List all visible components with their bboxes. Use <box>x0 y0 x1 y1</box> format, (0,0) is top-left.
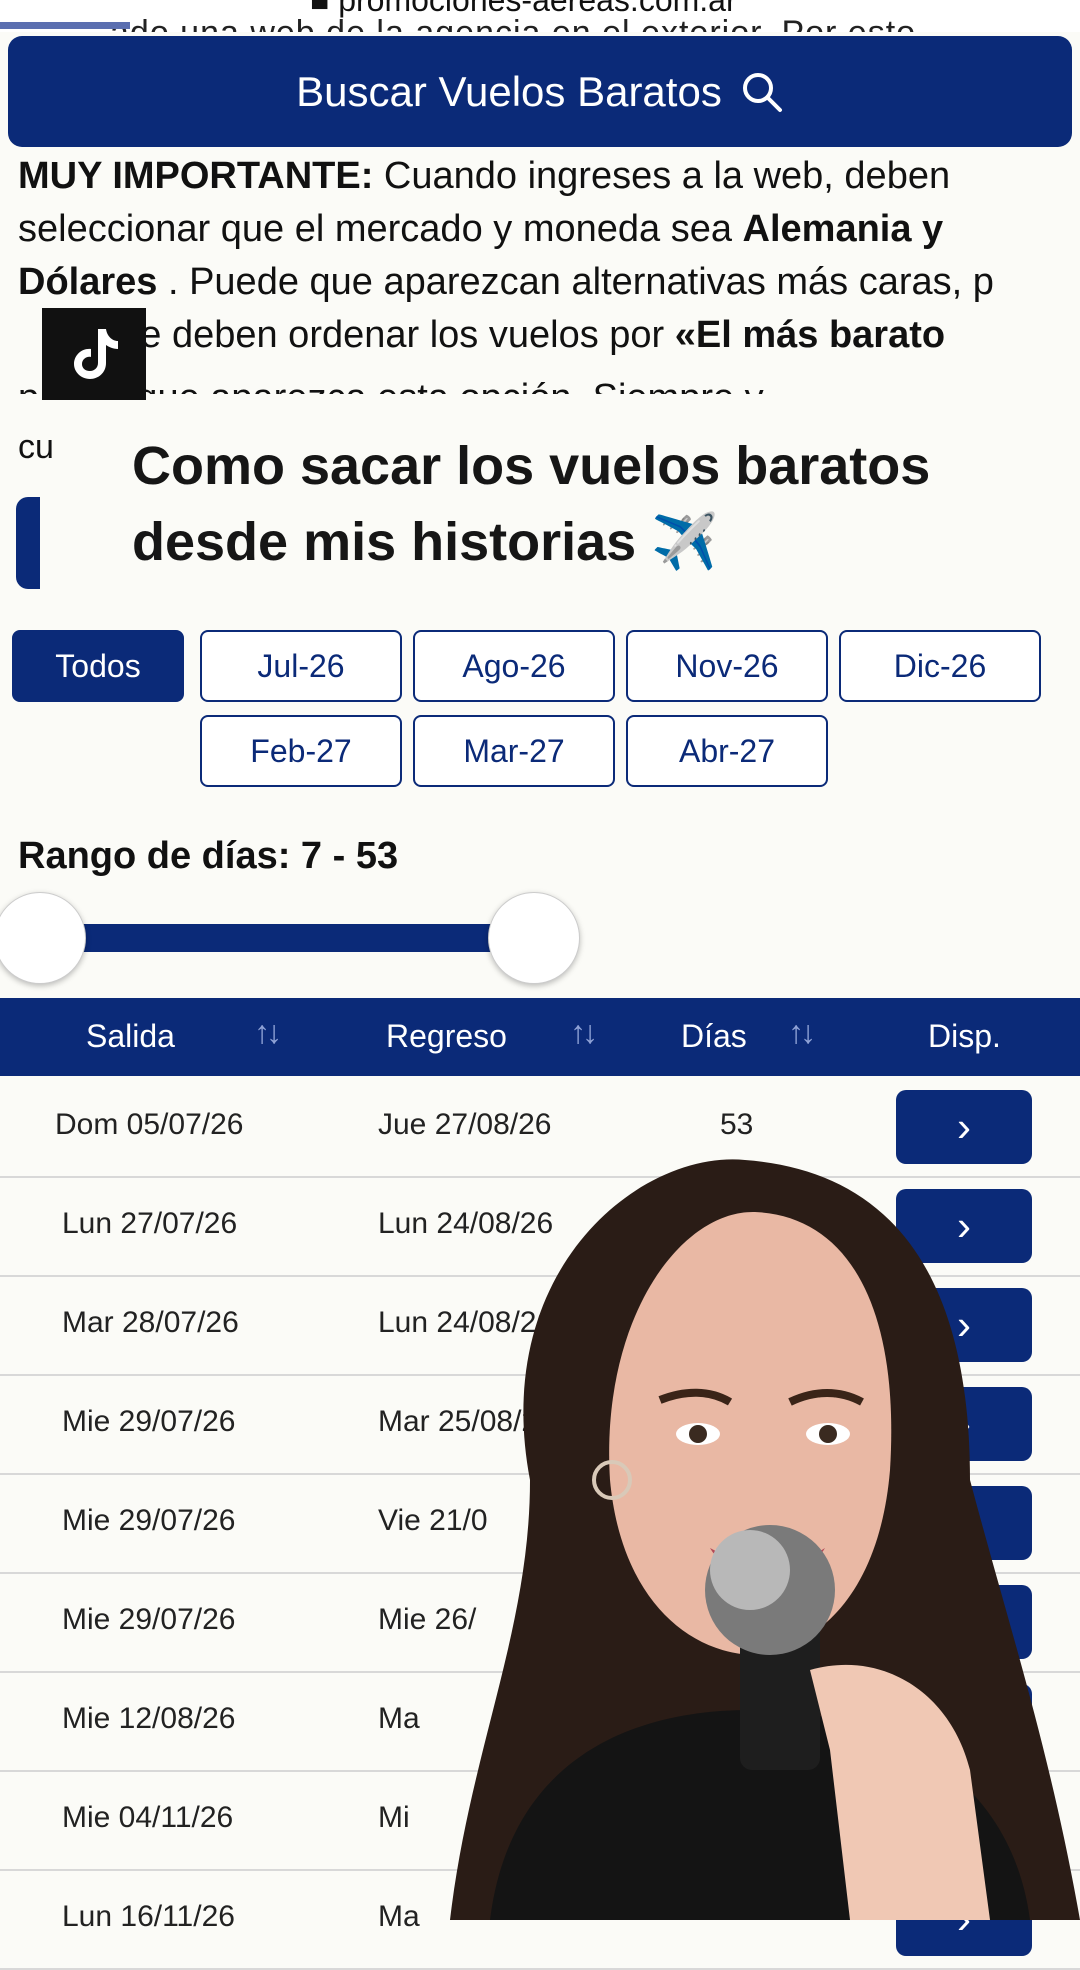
header-dias[interactable]: Días <box>681 1018 747 1055</box>
chip-feb-27[interactable]: Feb-27 <box>200 715 402 787</box>
chip-nov-26[interactable]: Nov-26 <box>626 630 828 702</box>
notice-fragment: cu <box>18 428 54 466</box>
cell-salida: Mie 29/07/26 <box>62 1405 236 1438</box>
chip-todos[interactable]: Todos <box>12 630 184 702</box>
chip-abr-27[interactable]: Abr-27 <box>626 715 828 787</box>
search-flights-button[interactable]: Buscar Vuelos Baratos <box>8 36 1072 147</box>
search-button-label: Buscar Vuelos Baratos <box>296 67 722 115</box>
sort-regreso-icon[interactable]: ↑↓ <box>570 1014 598 1051</box>
chevron-right-icon: › <box>957 1103 971 1150</box>
page-progress <box>0 22 130 29</box>
header-regreso[interactable]: Regreso <box>386 1018 507 1055</box>
notice-bold: MUY IMPORTANTE: <box>18 155 374 197</box>
range-min-handle[interactable] <box>0 892 86 984</box>
sort-salida-icon[interactable]: ↑↓ <box>254 1014 282 1051</box>
presenter-video-overlay <box>450 1159 1080 1920</box>
cell-salida: Lun 27/07/26 <box>62 1207 238 1240</box>
cell-salida: Mie 12/08/26 <box>62 1702 236 1735</box>
header-disp: Disp. <box>928 1018 1001 1054</box>
sort-dias-icon[interactable]: ↑↓ <box>788 1014 816 1051</box>
browser-top-bar: ado una web de la agencia en el exterior… <box>0 0 1080 32</box>
chip-dic-26[interactable]: Dic-26 <box>839 630 1041 702</box>
chip-mar-27[interactable]: Mar-27 <box>413 715 615 787</box>
important-notice: MUY IMPORTANTE: Cuando ingreses a la web… <box>18 150 1068 362</box>
cell-salida: Mie 04/11/26 <box>62 1801 234 1834</box>
cell-salida: Mie 29/07/26 <box>62 1504 236 1537</box>
tiktok-logo-icon <box>42 308 146 400</box>
day-range-label: Rango de días: 7 - 53 <box>18 835 399 877</box>
cell-salida: Mar 28/07/26 <box>62 1306 239 1339</box>
cell-salida: Mie 29/07/26 <box>62 1603 236 1636</box>
cell-regreso: Jue 27/08/26 <box>378 1108 552 1141</box>
day-range-slider[interactable] <box>40 924 540 952</box>
chip-jul-26[interactable]: Jul-26 <box>200 630 402 702</box>
video-overlay-title: Como sacar los vuelos baratos desde mis … <box>132 436 931 572</box>
range-max-handle[interactable] <box>488 892 580 984</box>
cell-dias: 53 <box>720 1108 754 1141</box>
search-icon <box>742 72 782 112</box>
results-table-header: Salida ↑↓ Regreso ↑↓ Días ↑↓ Disp. <box>0 998 1080 1076</box>
notice-text-3: que deben ordenar los vuelos por <box>98 314 675 356</box>
url-label: ■ promociones-aereas.com.ar <box>310 0 737 19</box>
cell-salida: Dom 05/07/26 <box>55 1108 244 1141</box>
chip-ago-26[interactable]: Ago-26 <box>413 630 615 702</box>
notice-bold-3: «El más barato <box>674 314 946 356</box>
header-salida[interactable]: Salida <box>86 1018 175 1055</box>
notice-cut-line: p para que aparezca esta opción. Siempre… <box>18 372 1068 394</box>
cell-regreso: Mi <box>378 1801 410 1834</box>
notice-text-2: . Puede que aparezcan alternativas más c… <box>157 261 994 303</box>
hidden-button-edge <box>16 497 40 589</box>
cell-salida: Lun 16/11/26 <box>62 1900 235 1933</box>
url-text: promociones-aereas.com.ar <box>338 0 737 18</box>
